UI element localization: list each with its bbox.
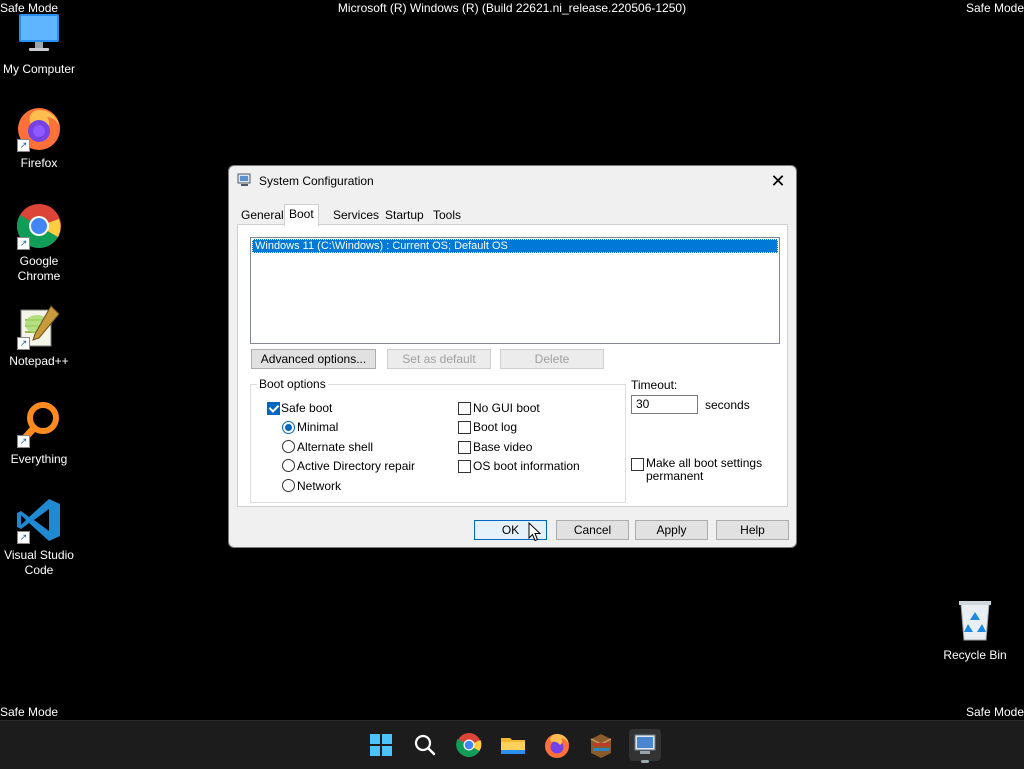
advanced-options-button[interactable]: Advanced options... — [251, 349, 376, 369]
msconfig-icon — [237, 173, 252, 187]
active-directory-repair-radio[interactable] — [282, 459, 295, 472]
desktop-icon-label: My Computer — [2, 62, 76, 76]
safe-mode-label: Safe Mode — [0, 705, 59, 719]
desktop-icon-chrome[interactable]: ↗ Google Chrome — [0, 202, 78, 284]
chrome-icon — [456, 733, 482, 758]
timeout-unit-label: seconds — [705, 398, 750, 412]
timeout-input[interactable]: 30 — [631, 395, 698, 414]
desktop-icon-label: Everything — [10, 452, 68, 466]
tab-tools[interactable]: Tools — [429, 207, 465, 224]
set-as-default-button[interactable]: Set as default — [387, 349, 491, 369]
mouse-cursor-icon — [528, 521, 542, 547]
make-permanent-checkbox[interactable] — [631, 458, 644, 471]
vscode-icon: ↗ — [15, 496, 63, 544]
os-boot-information-label: OS boot information — [473, 459, 580, 473]
desktop-icon-notepadpp[interactable]: ↗ Notepad++ — [0, 302, 78, 369]
taskbar-chrome[interactable] — [453, 729, 485, 761]
desktop-icon-recycle-bin[interactable]: Recycle Bin — [936, 596, 1014, 663]
cancel-button[interactable]: Cancel — [556, 520, 629, 540]
base-video-label: Base video — [473, 440, 533, 454]
desktop-icon-label: Google Chrome — [17, 254, 61, 283]
network-radio[interactable] — [282, 479, 295, 492]
winrar-icon — [590, 734, 612, 758]
firefox-icon — [545, 734, 569, 758]
taskbar-winrar[interactable] — [585, 729, 617, 761]
active-app-indicator — [641, 760, 649, 763]
safe-boot-label: Safe boot — [281, 401, 333, 415]
start-icon — [370, 734, 392, 756]
alternate-shell-radio[interactable] — [282, 440, 295, 453]
notepadpp-icon: ↗ — [15, 302, 63, 350]
minimal-radio[interactable] — [282, 421, 295, 434]
desktop-icon-label: Recycle Bin — [943, 648, 1007, 662]
shortcut-arrow-icon: ↗ — [17, 237, 30, 250]
search-button[interactable] — [409, 729, 441, 761]
chrome-icon: ↗ — [15, 202, 63, 250]
everything-icon: ↗ — [15, 400, 63, 448]
taskbar-file-explorer[interactable] — [497, 729, 529, 761]
dialog-titlebar[interactable]: System Configuration ✕ — [229, 166, 796, 196]
minimal-label: Minimal — [297, 420, 339, 434]
start-button[interactable] — [365, 729, 397, 761]
desktop-icon-label: Visual Studio Code — [4, 548, 74, 577]
desktop-icon-label: Notepad++ — [9, 354, 69, 368]
os-list[interactable]: Windows 11 (C:\Windows) : Current OS; De… — [250, 237, 780, 344]
boot-log-checkbox[interactable] — [458, 421, 471, 434]
shortcut-arrow-icon: ↗ — [17, 531, 30, 544]
base-video-checkbox[interactable] — [458, 441, 471, 454]
timeout-label: Timeout: — [631, 378, 678, 392]
alternate-shell-label: Alternate shell — [297, 440, 374, 454]
apply-button[interactable]: Apply — [635, 520, 708, 540]
shortcut-arrow-icon: ↗ — [17, 337, 30, 350]
boot-log-label: Boot log — [473, 420, 518, 434]
firefox-icon: ↗ — [15, 104, 63, 152]
msconfig-icon — [634, 734, 656, 754]
make-permanent-label-line2: permanent — [646, 469, 704, 483]
taskbar — [0, 720, 1024, 769]
tab-startup[interactable]: Startup — [381, 207, 428, 224]
boot-tab-panel: Windows 11 (C:\Windows) : Current OS; De… — [237, 224, 788, 507]
no-gui-boot-checkbox[interactable] — [458, 402, 471, 415]
network-label: Network — [297, 479, 342, 493]
no-gui-boot-label: No GUI boot — [473, 401, 540, 415]
search-icon — [414, 734, 436, 756]
os-list-item[interactable]: Windows 11 (C:\Windows) : Current OS; De… — [252, 239, 778, 253]
computer-icon — [15, 10, 63, 58]
delete-button[interactable]: Delete — [500, 349, 604, 369]
safe-mode-label: Safe Mode — [965, 705, 1024, 719]
desktop-icon-my-computer[interactable]: My Computer — [0, 10, 78, 77]
recycle-bin-icon — [951, 596, 999, 644]
desktop-icon-everything[interactable]: ↗ Everything — [0, 400, 78, 467]
desktop-icon-label: Firefox — [20, 156, 58, 170]
dialog-title: System Configuration — [259, 174, 374, 188]
boot-options-label: Boot options — [257, 377, 328, 391]
taskbar-system-configuration[interactable] — [629, 729, 661, 763]
tab-general[interactable]: General — [237, 207, 288, 224]
os-boot-information-checkbox[interactable] — [458, 460, 471, 473]
desktop-icon-vscode[interactable]: ↗ Visual Studio Code — [0, 496, 78, 578]
tab-services[interactable]: Services — [329, 207, 383, 224]
shortcut-arrow-icon: ↗ — [17, 435, 30, 448]
system-configuration-dialog: System Configuration ✕ General Boot Serv… — [228, 165, 797, 548]
make-permanent-label-line1: Make all boot settings — [646, 456, 763, 470]
desktop-icon-firefox[interactable]: ↗ Firefox — [0, 104, 78, 171]
file-explorer-icon — [501, 738, 525, 754]
help-button[interactable]: Help — [716, 520, 789, 540]
tab-boot[interactable]: Boot — [284, 204, 319, 226]
build-version-text: Microsoft (R) Windows (R) (Build 22621.n… — [337, 1, 687, 15]
shortcut-arrow-icon: ↗ — [17, 139, 30, 152]
close-icon: ✕ — [770, 171, 786, 191]
active-directory-repair-label: Active Directory repair — [297, 459, 416, 473]
safe-boot-checkbox[interactable] — [267, 402, 280, 415]
close-button[interactable]: ✕ — [768, 171, 788, 191]
boot-options-group: Boot options Safe boot Minimal Alternate… — [250, 377, 626, 503]
taskbar-firefox[interactable] — [541, 729, 573, 761]
